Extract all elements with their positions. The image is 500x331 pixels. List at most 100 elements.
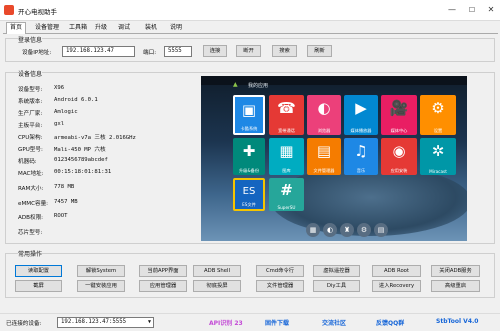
close-adb-button[interactable]: 关闭ADB服务 [431,265,480,277]
tab-toolbox[interactable]: 工具箱 [67,23,89,34]
version-link[interactable]: StbTool V4.0 [436,318,478,325]
connect-button[interactable]: 连接 [203,45,227,57]
app-tile-label: 浏览器 [317,128,331,133]
screen-header: 我的应用 [248,83,269,89]
app-tile-es-file[interactable]: ES ES文件 [233,178,265,211]
ram-value: 778 MB [54,184,75,190]
app-tile-file-manager[interactable]: ▤ 文件管理器 [307,138,341,175]
app-tile-music[interactable]: ♫ 音乐 [344,138,378,175]
device-screen-preview[interactable]: ▲ 我的应用 ▣ 卡酷系统 ☎ 宽带通话 ◐ 浏览器 ▶ 媒体播放器 🎥 媒体中… [201,76,467,241]
dock-files-icon[interactable]: ▤ [374,223,388,237]
dock-settings-icon[interactable]: ⚙ [357,223,371,237]
connected-device-value: 192.168.123.47:5555 [61,319,127,325]
login-group-title: 登录信息 [18,35,43,44]
community-link[interactable]: 交流社区 [322,318,346,327]
gpu-value: Mali-450 MP 六核 [54,147,106,153]
tab-upgrade[interactable]: 升级 [93,23,109,34]
app-tile-label: 升级&备份 [238,168,260,173]
board-label: 主板平台: [18,123,43,129]
search-button[interactable]: 搜索 [272,45,297,57]
app-tile-label: 媒体中心 [390,128,408,133]
refresh-button[interactable]: 刷新 [307,45,332,57]
es-file-icon: ES [242,186,256,197]
current-app-button[interactable]: 当前APP界面 [139,265,187,277]
os-version-value: Android 6.0.1 [54,97,98,103]
device-group-title: 设备信息 [18,69,43,78]
app-tile-label: 图库 [282,168,291,173]
connected-device-label: 已连接的设备: [6,321,42,327]
app-tile-label: Miracast [429,169,447,174]
ip-input[interactable]: 192.168.123.47 [62,46,135,57]
manufacturer-value: Amlogic [54,109,78,115]
gear-icon: ⚙ [431,99,445,117]
advanced-reboot-button[interactable]: 高级重启 [431,280,480,292]
emmc-value: 7457 MB [54,199,78,205]
minimize-icon[interactable]: — [447,5,457,15]
screen-top-bar [201,76,467,85]
machine-code-label: 机器码: [18,159,37,165]
cmd-button[interactable]: Cmd命令行 [256,265,304,277]
app-tile-media-player[interactable]: ▶ 媒体播放器 [344,95,378,135]
app-tile-label: 宽带通话 [278,128,295,133]
dock-store-icon[interactable]: ♜ [340,223,354,237]
app-tile-miracast[interactable]: ✲ Miracast [420,138,456,175]
app-tile-label: 文件管理器 [313,168,335,173]
tab-help[interactable]: 说明 [168,23,184,34]
connected-device-select[interactable]: 192.168.123.47:5555 ▼ [57,317,154,328]
api-level-link[interactable]: API识别 23 [209,318,243,327]
app-tile-media-center[interactable]: 🎥 媒体中心 [381,95,417,135]
feedback-qq-link[interactable]: 反馈QQ群 [376,318,404,327]
adb-shell-button[interactable]: ADB Shell [193,265,241,277]
app-tile-label: ES文件 [242,202,256,207]
tab-bar: 首页 设备管理 工具箱 升级 调试 装机 说明 [3,22,498,34]
app-tile-broadband-call[interactable]: ☎ 宽带通话 [269,95,304,135]
gpu-label: GPU型号: [18,147,43,153]
app-tile-browser[interactable]: ◐ 浏览器 [307,95,341,135]
app-tile-card-system[interactable]: ▣ 卡酷系统 [233,95,265,135]
app-tile-label: 设置 [433,128,443,133]
port-input[interactable]: 5555 [164,46,192,57]
tab-device-management[interactable]: 设备管理 [32,23,62,34]
virtual-remote-button[interactable]: 虚拟遥控器 [313,265,360,277]
install-app-button[interactable]: 一键安装应用 [77,280,125,292]
firmware-download-link[interactable]: 固件下载 [265,318,289,327]
read-config-button[interactable]: 读取配置 [15,265,62,277]
adb-root-button[interactable]: ADB Root [372,265,421,277]
maximize-icon[interactable]: ☐ [467,5,477,15]
enter-recovery-button[interactable]: 进入Recovery [372,280,421,292]
manufacturer-label: 生产厂家: [18,111,43,117]
chevron-down-icon: ▼ [147,319,151,325]
board-value: gxl [54,121,65,127]
window-title: 开心电视助手 [18,8,57,16]
app-icon [4,5,14,15]
adb-permission-value: ROOT [54,213,68,219]
app-tile-settings[interactable]: ⚙ 设置 [420,95,456,135]
app-tile-supersu[interactable]: # SuperSU [269,178,304,211]
ram-label: RAM大小: [18,186,44,192]
device-model-label: 设备型号: [18,87,43,93]
app-manager-button[interactable]: 应用管理器 [139,280,187,292]
tab-install[interactable]: 装机 [143,23,159,34]
close-icon[interactable]: ✕ [486,5,496,15]
disconnect-button[interactable]: 断开 [236,45,261,57]
screenshot-button[interactable]: 截屏 [15,280,62,292]
video-camera-icon: 🎥 [389,99,409,117]
app-tile-gallery[interactable]: ▦ 图库 [269,138,304,175]
miracast-icon: ✲ [431,142,445,160]
tab-debug[interactable]: 调试 [116,23,132,34]
screen-cast-button[interactable]: 彻底投屏 [193,280,241,292]
file-manager-button[interactable]: 文件管理器 [256,280,304,292]
unlock-system-button[interactable]: 解锁System [77,265,125,277]
app-tile-upgrade-backup[interactable]: ✚ 升级&备份 [233,138,265,175]
dock-apps-icon[interactable]: ▦ [306,223,320,237]
gallery-icon: ▦ [279,142,294,160]
supersu-icon: # [280,181,293,199]
dock-browser-icon[interactable]: ◐ [323,223,337,237]
diy-tools-button[interactable]: Diy工具 [313,280,360,292]
phone-icon: ☎ [277,99,296,117]
tab-home[interactable]: 首页 [6,22,26,34]
mac-value: 00:15:18:01:81:31 [54,169,112,175]
title-bar: 开心电视助手 — ☐ ✕ [0,0,500,21]
app-tile-app-installer[interactable]: ◉ 应用安装 [381,138,417,175]
app-tile-label: 媒体播放器 [350,128,372,133]
